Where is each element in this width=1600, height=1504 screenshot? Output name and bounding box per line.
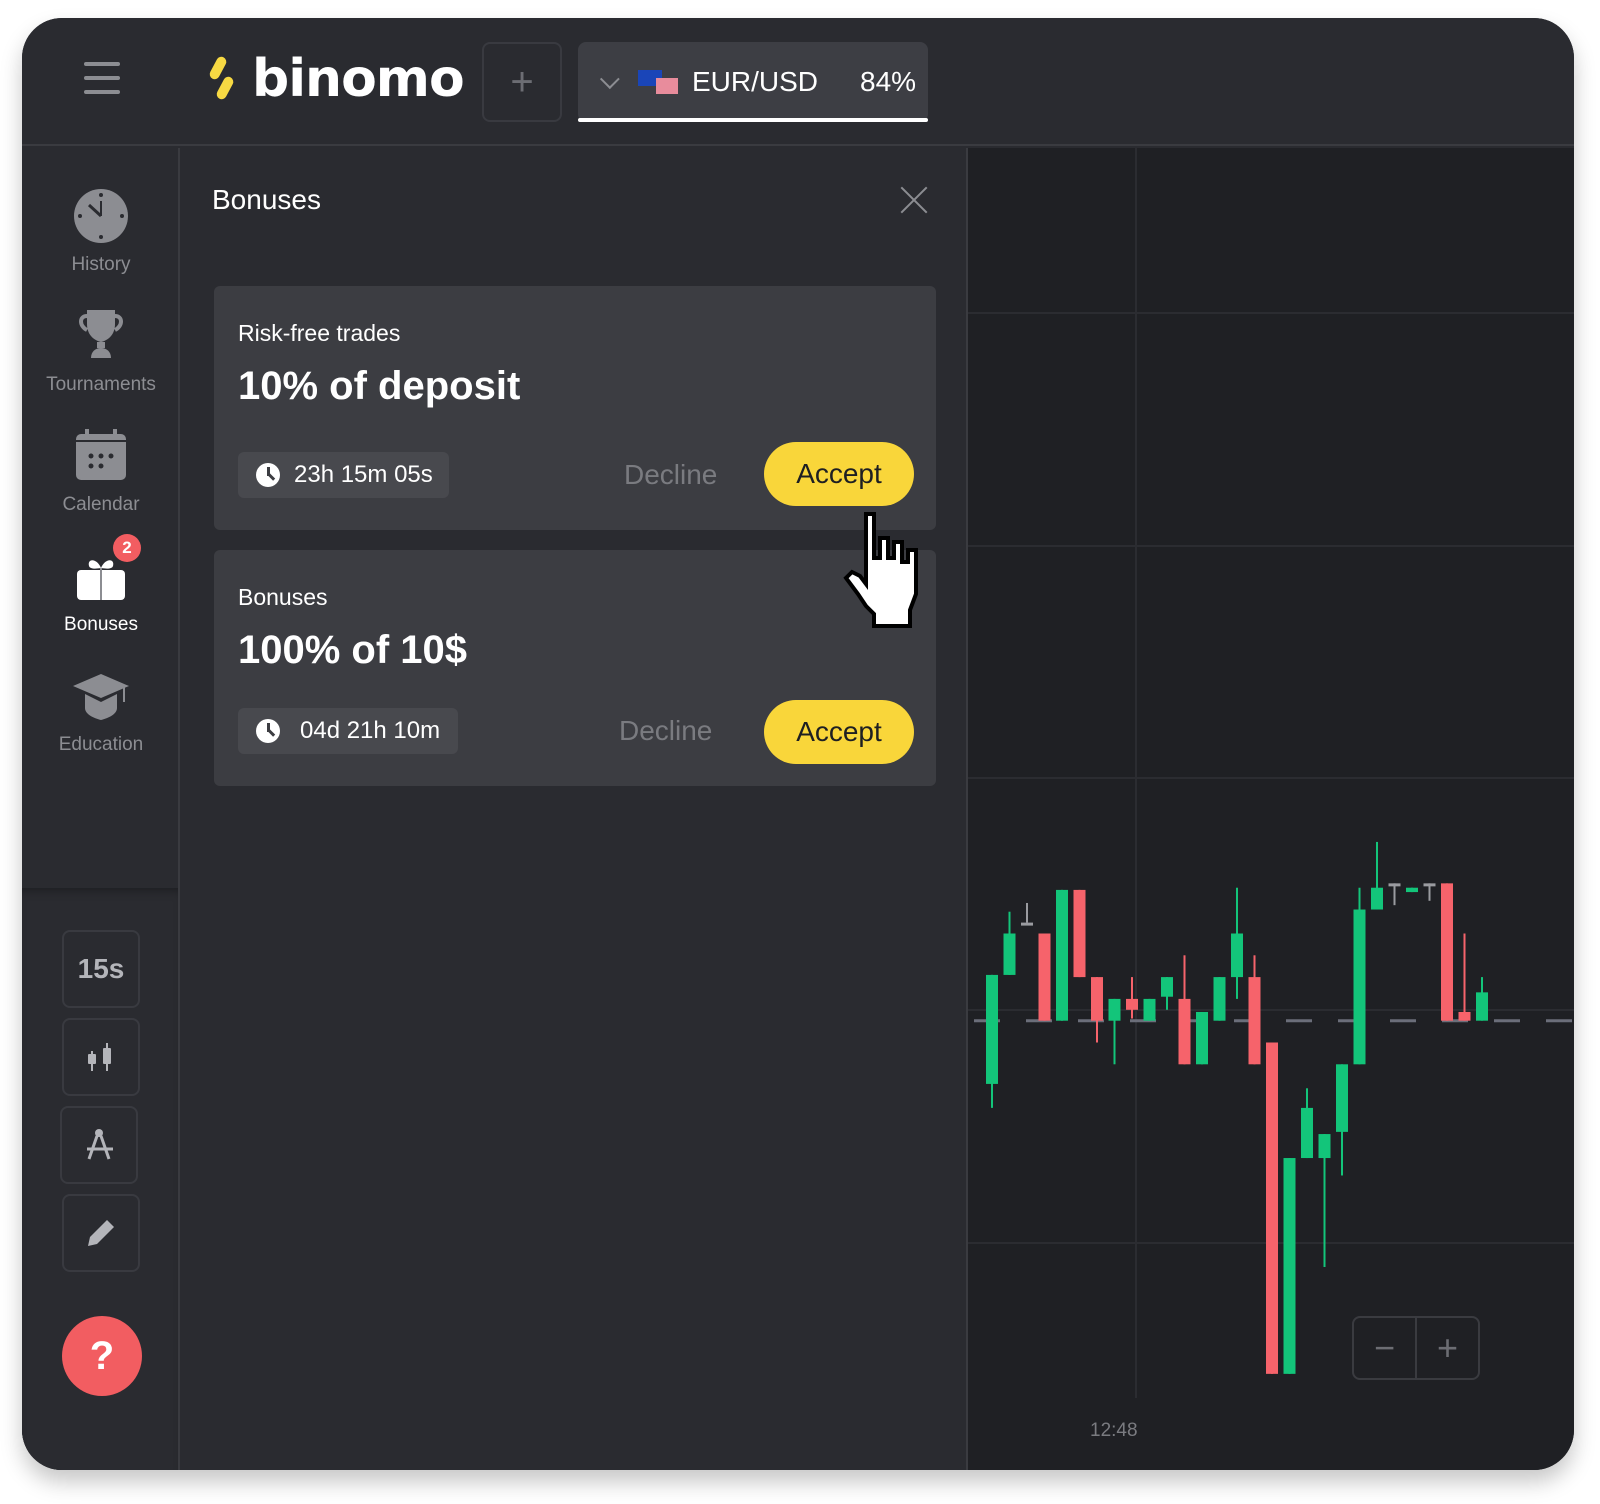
sidebar-item-education[interactable]: Education [22, 668, 180, 756]
candle-body [1336, 1064, 1348, 1132]
panel-title: Bonuses [212, 184, 321, 215]
clock-icon [256, 463, 280, 487]
notification-badge: 2 [113, 534, 141, 562]
candle-body [1126, 998, 1138, 1010]
trophy-icon [73, 308, 129, 364]
candle-body [1143, 998, 1156, 1021]
pencil-icon [88, 1220, 114, 1246]
candle-body [1283, 1158, 1296, 1374]
sidebar: History Tournaments Calendar 2 Bonuses E… [22, 148, 180, 1470]
candlestick-chart[interactable] [968, 148, 1574, 1470]
candle-body [1021, 922, 1033, 926]
draw-button[interactable] [62, 1194, 140, 1272]
sidebar-item-tournaments[interactable]: Tournaments [22, 308, 180, 396]
zoom-control: − + [1352, 1316, 1480, 1380]
chart-type-button[interactable] [62, 1018, 140, 1096]
question-icon: ? [89, 1333, 115, 1378]
sidebar-item-calendar[interactable]: Calendar [22, 428, 180, 516]
close-icon[interactable] [898, 184, 930, 216]
candle-body [1476, 992, 1488, 1021]
candle-body [1178, 998, 1191, 1065]
candle-body [1301, 1107, 1313, 1159]
bonuses-panel: Bonuses Risk-free trades 10% of deposit … [180, 148, 968, 1470]
bonus-amount: 10% of deposit [238, 364, 521, 408]
candle-body [1108, 998, 1121, 1021]
clock-icon [73, 188, 129, 244]
bonus-timer: 23h 15m 05s [238, 452, 449, 498]
candle-body [1458, 1011, 1471, 1021]
logo-mark-icon [204, 54, 240, 104]
sidebar-item-bonuses[interactable]: 2 Bonuses [22, 534, 180, 636]
candle-body [1056, 889, 1068, 1021]
clock-icon [256, 719, 280, 743]
candle-body [1091, 977, 1103, 1021]
indicators-button[interactable] [60, 1106, 138, 1184]
candle-body [1248, 977, 1261, 1065]
sidebar-item-label: History [71, 254, 131, 275]
asset-selector[interactable]: EUR/USD 84% [578, 42, 928, 122]
candle-body [1441, 883, 1453, 1021]
candle-body [1213, 977, 1226, 1021]
add-asset-button[interactable]: + [482, 42, 562, 122]
asset-payout: 84% [860, 66, 917, 97]
candle-body [1003, 933, 1016, 975]
timer-value: 23h 15m 05s [294, 461, 433, 488]
bonus-card: Bonuses 100% of 10$ 04d 21h 10m Decline … [214, 550, 936, 786]
price-chart[interactable]: 12:48 − + [968, 148, 1574, 1470]
x-tick-label: 12:48 [1090, 1420, 1138, 1441]
candle-body [1266, 1042, 1278, 1374]
calendar-icon [73, 428, 129, 484]
asset-name: EUR/USD [692, 66, 819, 97]
accept-button[interactable]: Accept [764, 700, 914, 764]
timeframe-button[interactable]: 15s [62, 930, 140, 1008]
decline-button[interactable]: Decline [619, 708, 712, 754]
candle-body [1406, 887, 1418, 893]
candle-body [1038, 933, 1051, 1021]
candle-body [986, 974, 998, 1084]
eu-us-flag-icon [638, 70, 680, 94]
decline-button[interactable]: Decline [624, 452, 717, 498]
candle-body [1318, 1134, 1331, 1159]
hamburger-menu-icon[interactable] [84, 62, 120, 96]
candle-body [1423, 883, 1436, 887]
brand-logo[interactable]: binomo [204, 49, 465, 109]
chevron-down-icon [599, 69, 620, 90]
candle-body [1371, 887, 1383, 910]
candle-body [1353, 909, 1366, 1065]
gift-icon: 2 [73, 534, 141, 604]
help-button[interactable]: ? [62, 1316, 142, 1396]
plus-icon: + [510, 59, 534, 104]
timeframe-label: 15s [77, 953, 125, 984]
zoom-out-button[interactable]: − [1354, 1318, 1417, 1378]
timer-value: 04d 21h 10m [300, 717, 441, 744]
app-window: binomo + EUR/USD 84% History Tournaments [22, 18, 1574, 1470]
bonus-type: Bonuses [238, 584, 328, 610]
graduation-cap-icon [73, 668, 129, 724]
sidebar-item-label: Education [58, 734, 144, 755]
candle-body [1073, 889, 1086, 978]
bonus-type: Risk-free trades [238, 320, 401, 346]
candle-body [1388, 883, 1401, 887]
top-bar: binomo + EUR/USD 84% [22, 18, 1574, 146]
sidebar-item-label: Tournaments [46, 374, 156, 395]
candlestick-icon [88, 1043, 111, 1071]
zoom-in-button[interactable]: + [1417, 1318, 1478, 1378]
bonus-amount: 100% of 10$ [238, 628, 468, 672]
candle-body [1231, 933, 1243, 978]
compass-icon [87, 1129, 113, 1160]
candle-body [1161, 977, 1173, 997]
sidebar-item-history[interactable]: History [22, 188, 180, 276]
brand-name: binomo [252, 49, 465, 109]
bonus-timer: 04d 21h 10m [238, 708, 459, 754]
sidebar-item-label: Calendar [62, 494, 140, 515]
bonus-card: Risk-free trades 10% of deposit 23h 15m … [214, 286, 936, 530]
sidebar-item-label: Bonuses [64, 614, 138, 635]
accept-button[interactable]: Accept [764, 442, 914, 506]
candle-body [1196, 1011, 1208, 1065]
